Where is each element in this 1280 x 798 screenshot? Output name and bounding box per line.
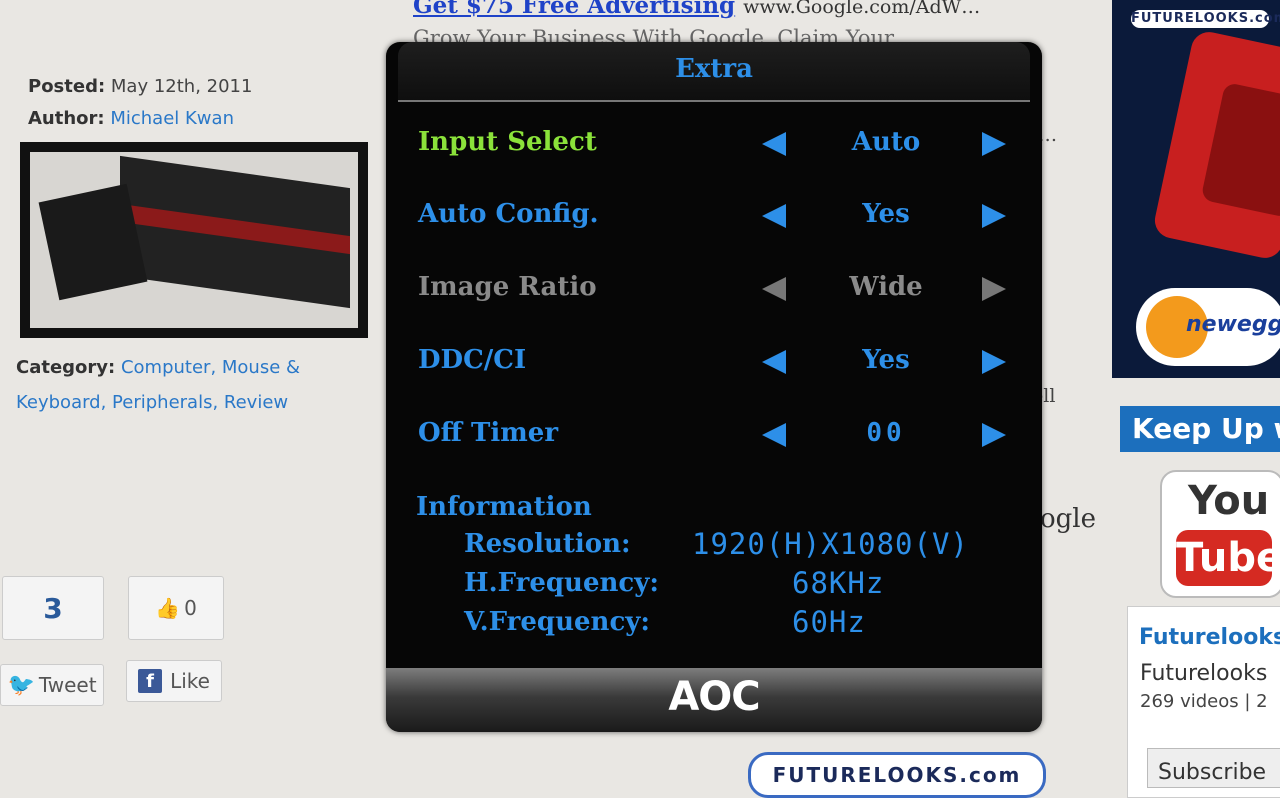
newegg-logo-text: newegg [1186,312,1280,337]
osd-row-label: Input Select [418,127,597,157]
osd-row-value: 00 [866,418,906,448]
aoc-logo: AOC [668,674,760,720]
product-photo [30,152,358,328]
arrow-left-icon[interactable] [762,132,786,156]
osd-row-label: Image Ratio [418,272,597,302]
tweet-label: Tweet [38,673,97,697]
youtube-tube-text: Tube [1176,530,1280,586]
osd-row-label: Off Timer [418,418,559,448]
article-thumbnail[interactable] [20,142,368,338]
author-label: Author: [28,108,105,129]
arrow-right-icon[interactable] [982,204,1006,228]
arrow-left-icon[interactable] [762,204,786,228]
thumbs-up-icon: 👍 [155,596,181,620]
posted-date: Posted: May 12th, 2011 [28,76,252,97]
osd-title: Extra [675,54,753,84]
youtube-logo[interactable]: You Tube [1160,470,1280,598]
osd-divider [398,100,1030,102]
channel-meta: 269 videos | 2 [1140,691,1268,712]
facebook-icon: f [138,669,163,693]
futurelooks-banner[interactable]: FUTURELOOKS.com [748,752,1046,798]
peek-text: ogle [1040,504,1096,534]
category: Category: Computer, Mouse & Keyboard, Pe… [16,350,381,420]
author-link[interactable]: Michael Kwan [110,108,234,129]
osd-footer: AOC [386,668,1042,732]
arrow-left-icon [762,277,786,301]
channel-name: Futurelooks [1140,661,1268,686]
ad-link[interactable]: Get $75 Free Advertising www.Google.com/A… [413,0,980,19]
osd-row-label: Auto Config. [418,199,599,229]
category-label: Category: [16,357,116,378]
osd-row-value: Yes [862,199,910,229]
posted-value: May 12th, 2011 [110,76,253,97]
like-count: 0 [184,596,197,620]
keyboard-box [120,155,350,309]
h-frequency-label: H.Frequency: [464,568,659,598]
osd-header: Extra [398,42,1030,102]
sidebar-advertisement[interactable]: newegg [1112,0,1280,378]
osd-row-value: Wide [849,272,923,302]
keep-up-heading: Keep Up w [1120,406,1280,452]
h-frequency-value: 68KHz [792,566,885,600]
subscribe-button[interactable]: Subscribe [1147,748,1280,788]
twitter-bird-icon: 🐦 [7,672,35,698]
ad-url: www.Google.com/AdW… [743,0,981,18]
osd-row-input-select[interactable]: Input Select Auto [386,119,1042,169]
ad-title[interactable]: Get $75 Free Advertising [413,0,735,19]
like-label: Like [170,669,210,693]
arrow-right-icon[interactable] [982,350,1006,374]
channel-title-link[interactable]: Futurelooks [1139,625,1280,650]
osd-row-label: DDC/CI [418,345,527,375]
resolution-label: Resolution: [464,529,631,559]
monitor-osd-menu: Extra Input Select Auto Auto Config. Yes… [386,42,1042,732]
osd-row-ddc-ci[interactable]: DDC/CI Yes [386,337,1042,387]
arrow-right-icon[interactable] [982,132,1006,156]
resolution-value: 1920(H)X1080(V) [692,527,969,561]
arrow-right-icon [982,277,1006,301]
osd-row-off-timer[interactable]: Off Timer 00 [386,410,1042,460]
arrow-left-icon[interactable] [762,350,786,374]
futurelooks-logo: FUTURELOOKS.com [1131,10,1280,28]
tweet-button[interactable]: 🐦 Tweet [0,664,104,706]
facebook-like-button[interactable]: f Like [126,660,222,702]
youtube-you-text: You [1188,478,1270,524]
share-count: 3 [2,576,104,640]
author: Author: Michael Kwan [28,108,234,129]
information-heading: Information [416,492,592,522]
posted-label: Posted: [28,76,106,97]
osd-row-value: Yes [862,345,910,375]
v-frequency-label: V.Frequency: [464,607,650,637]
v-frequency-value: 60Hz [792,605,866,639]
newegg-logo: newegg [1136,288,1280,366]
osd-row-value: Auto [851,127,921,157]
osd-row-auto-config[interactable]: Auto Config. Yes [386,191,1042,241]
arrow-right-icon[interactable] [982,423,1006,447]
like-count-box[interactable]: 👍 0 [128,576,224,640]
osd-row-image-ratio: Image Ratio Wide [386,264,1042,314]
arrow-left-icon[interactable] [762,423,786,447]
